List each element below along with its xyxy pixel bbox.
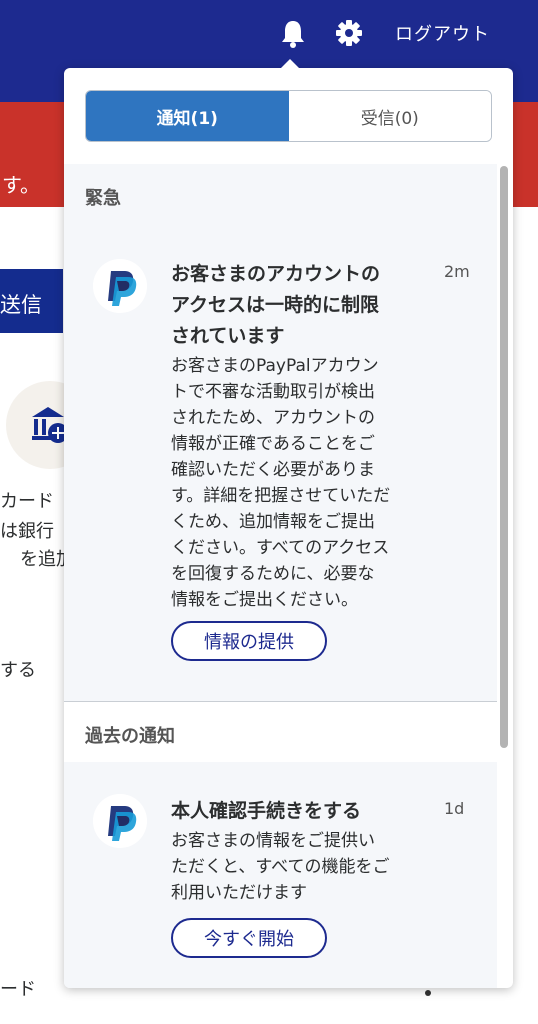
paypal-logo-icon xyxy=(93,794,147,848)
notification-popover: 通知(1) 受信(0) 緊急 お客さまのアカウントの アクセスは一時的に制限 さ… xyxy=(64,68,513,988)
start-now-button[interactable]: 今すぐ開始 xyxy=(171,918,327,958)
notification-body: お客さまのPayPalアカウン トで不審な活動取引が検出 されたため、アカウント… xyxy=(171,353,390,613)
notification-time: 2m xyxy=(444,262,470,281)
notification-title: 本人確認手続きをする xyxy=(171,800,362,822)
paypal-logo-icon xyxy=(93,259,147,313)
bg-text-line: ード xyxy=(0,979,36,1000)
section-heading-urgent: 緊急 xyxy=(64,164,497,224)
notification-card-past[interactable]: 本人確認手続きをする 1d お客さまの情報をご提供い ただくと、すべての機能をご… xyxy=(64,764,497,988)
notification-title-line: お客さまのアカウントの xyxy=(171,263,381,285)
tab-inbox[interactable]: 受信(0) xyxy=(288,91,491,141)
provide-info-button[interactable]: 情報の提供 xyxy=(171,621,327,661)
alert-banner-text: す。 xyxy=(2,173,40,197)
body-line: トで不審な活動取引が検出 xyxy=(171,382,375,402)
notification-tabs: 通知(1) 受信(0) xyxy=(85,90,492,142)
body-line: 情報をご提出ください。 xyxy=(171,590,358,610)
body-line: お客さまのPayPalアカウン xyxy=(171,356,379,376)
bg-text-line: する xyxy=(0,660,36,681)
body-line: 利用いただけます xyxy=(171,883,307,903)
body-line: 確認いただく必要がありま xyxy=(171,460,375,480)
popover-scrollbar[interactable] xyxy=(500,166,508,748)
bell-icon[interactable] xyxy=(279,18,307,48)
notification-title-line: されています xyxy=(171,325,285,347)
body-line: ただくと、すべての機能をご xyxy=(171,857,390,877)
notification-card-urgent[interactable]: お客さまのアカウントの アクセスは一時的に制限 されています 2m お客さまのP… xyxy=(64,226,497,702)
notification-title-line: アクセスは一時的に制限 xyxy=(171,294,380,316)
bg-text-line: カード xyxy=(0,491,54,512)
notification-body: お客さまの情報をご提供い ただくと、すべての機能をご 利用いただけます xyxy=(171,828,389,906)
section-heading-past: 過去の通知 xyxy=(64,702,497,762)
body-line: ください。すべてのアクセス xyxy=(171,538,390,558)
notification-list[interactable]: 緊急 お客さまのアカウントの アクセスは一時的に制限 されています 2m お客さ… xyxy=(64,164,497,988)
send-button[interactable]: 送信 xyxy=(0,269,63,333)
gear-icon[interactable] xyxy=(335,19,363,47)
body-line: くため、追加情報をご提出 xyxy=(171,512,375,532)
body-line: を回復するために、必要な xyxy=(171,564,375,584)
page-dot xyxy=(425,990,431,996)
tab-notifications[interactable]: 通知(1) xyxy=(86,91,289,141)
body-line: お客さまの情報をご提供い xyxy=(171,831,375,851)
notification-title: お客さまのアカウントの アクセスは一時的に制限 されています xyxy=(171,259,380,352)
body-line: 情報が正確であることをご xyxy=(171,434,375,454)
body-line: す。詳細を把握させていただ xyxy=(171,486,391,506)
body-line: されたため、アカウントの xyxy=(171,408,375,428)
send-button-label: 送信 xyxy=(0,293,42,317)
bg-text-line: は銀行 xyxy=(0,521,54,542)
popover-caret xyxy=(280,59,300,69)
notification-time: 1d xyxy=(444,799,465,818)
logout-link[interactable]: ログアウト xyxy=(395,20,490,46)
